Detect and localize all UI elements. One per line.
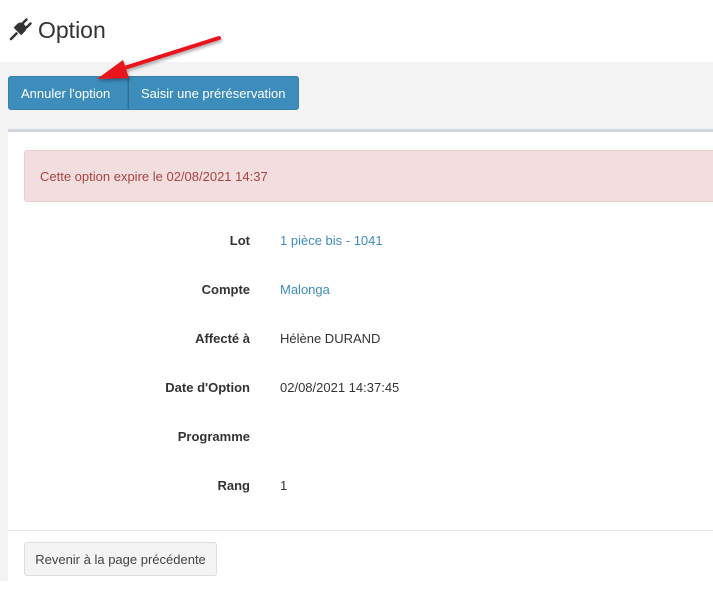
detail-row-lot: Lot 1 pièce bis - 1041 <box>8 233 713 253</box>
plug-icon <box>9 18 32 41</box>
rank-value: 1 <box>280 478 288 493</box>
detail-label: Programme <box>177 429 250 444</box>
detail-row-rang: Rang 1 <box>8 478 713 498</box>
detail-label: Rang <box>217 478 251 493</box>
page-header: Option <box>0 0 713 62</box>
detail-label: Affecté à <box>195 331 250 346</box>
panel-divider <box>8 530 713 531</box>
detail-row-affecte: Affecté à Hélène DURAND <box>8 331 713 351</box>
account-link[interactable]: Malonga <box>280 282 330 297</box>
detail-label: Date d'Option <box>165 380 250 395</box>
detail-row-programme: Programme <box>8 429 713 449</box>
assignee-value: Hélène DURAND <box>280 331 381 346</box>
detail-row-date: Date d'Option 02/08/2021 14:37:45 <box>8 380 713 400</box>
page-title-text: Option <box>38 16 106 43</box>
option-panel: Cette option expire le 02/08/2021 14:37 … <box>8 129 713 589</box>
lot-link[interactable]: 1 pièce bis - 1041 <box>280 233 383 248</box>
detail-row-compte: Compte Malonga <box>8 282 713 302</box>
detail-label: Lot <box>229 233 250 248</box>
prereservation-button[interactable]: Saisir une préréservation <box>128 76 299 110</box>
option-date-value: 02/08/2021 14:37:45 <box>280 380 400 395</box>
expiry-alert: Cette option expire le 02/08/2021 14:37 <box>24 150 713 202</box>
expiry-alert-text: Cette option expire le 02/08/2021 14:37 <box>40 168 268 184</box>
back-button[interactable]: Revenir à la page précédente <box>24 542 217 576</box>
page-title: Option <box>8 14 106 46</box>
detail-label: Compte <box>201 282 250 297</box>
cancel-option-button[interactable]: Annuler l'option <box>8 76 128 110</box>
action-button-group: Annuler l'option Saisir une préréservati… <box>8 76 299 110</box>
